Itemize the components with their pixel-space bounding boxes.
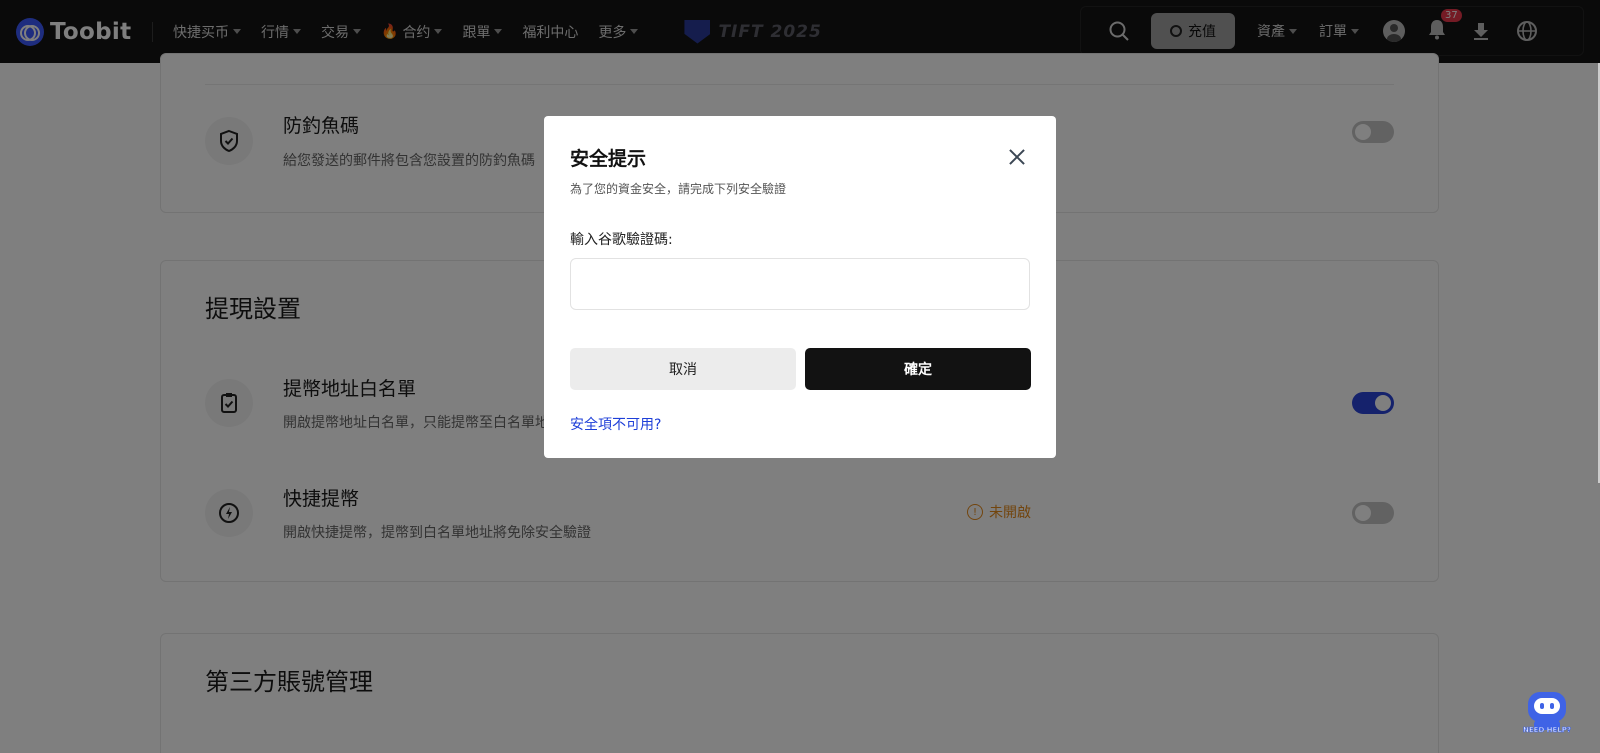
robot-eye [1550, 703, 1554, 709]
google-code-label: 輸入谷歌驗證碼: [570, 232, 673, 248]
modal-title: 安全提示 [570, 148, 647, 170]
modal-subtitle: 為了您的資金安全，請完成下列安全驗證 [570, 182, 787, 196]
robot-eye [1540, 703, 1544, 709]
confirm-button[interactable]: 確定 [805, 348, 1031, 390]
security-unavailable-link[interactable]: 安全項不可用? [570, 414, 661, 434]
cancel-button[interactable]: 取消 [570, 348, 796, 390]
robot-face [1534, 698, 1560, 714]
close-icon[interactable] [1006, 146, 1028, 168]
google-code-input[interactable] [570, 258, 1030, 310]
security-verification-modal: 安全提示 為了您的資金安全，請完成下列安全驗證 輸入谷歌驗證碼: 取消 確定 安… [544, 116, 1056, 458]
help-bot-label: NEED HELP? [1523, 726, 1572, 735]
help-bot-button[interactable]: NEED HELP? [1523, 690, 1572, 736]
